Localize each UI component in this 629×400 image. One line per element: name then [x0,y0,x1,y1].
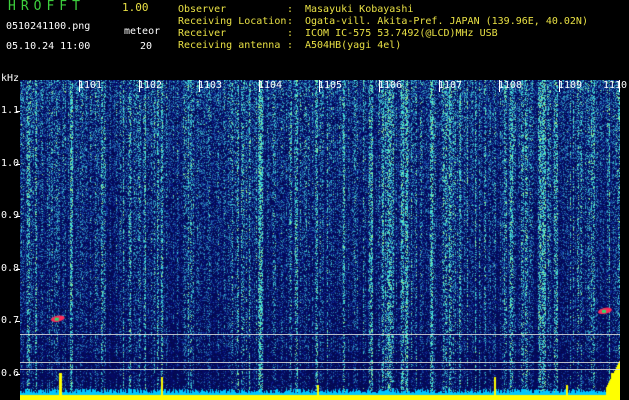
freq-tick-mark [16,163,20,165]
info-colon: : [287,40,294,51]
time-tick-label: 1108 [498,80,523,91]
app-name: HROFFT [8,0,85,14]
reference-line [20,368,620,370]
info-colon: : [287,16,294,27]
info-value-antenna: A504HB(yagi 4el) [305,40,402,51]
reference-line [20,362,620,364]
freq-tick-mark [16,268,20,270]
info-value-observer: Masayuki Kobayashi [305,4,414,15]
time-tick-label: 1105 [318,80,343,91]
timestamp-label: 05.10.24 11:00 [6,41,91,52]
time-tick-label: 1107 [438,80,463,91]
freq-tick-mark [16,111,20,113]
info-colon: : [287,4,294,15]
time-tick-label: 1104 [258,80,283,91]
time-tick-label: 1110 [603,80,628,91]
info-key-antenna: Receiving antenna [178,40,281,51]
time-tick-label: 1102 [138,80,163,91]
freq-tick-mark [16,216,20,218]
meteor-count: 20 [140,41,153,52]
meteor-label: meteor [124,26,161,37]
info-key-observer: Observer [178,4,227,15]
freq-tick-mark [16,321,20,323]
time-tick-label: 1106 [378,80,403,91]
filename-label: 0510241100.png [6,21,91,32]
freq-tick-mark [16,373,20,375]
reference-line [20,334,620,336]
app-version: 1.00 [122,1,149,14]
time-tick-label: 1101 [78,80,103,91]
info-key-receiver: Receiver [178,28,227,39]
time-tick-label: 1109 [558,80,583,91]
info-value-location: Ogata-vill. Akita-Pref. JAPAN (139.96E, … [305,16,588,27]
info-value-receiver: ICOM IC-575 53.7492(@LCD)MHz USB [305,28,498,39]
frequency-axis: 1.1 1.0 0.9 0.8 0.7 0.6 [0,80,20,400]
time-tick-label: 1103 [198,80,223,91]
axis-unit-label: kHz [1,73,20,84]
info-key-location: Receiving Location [178,16,287,27]
spectrogram-plot [20,80,620,400]
header-panel: HROFFT 1.00 0510241100.png 05.10.24 11:0… [0,0,629,80]
info-colon: : [287,28,294,39]
spectrogram-canvas [20,80,620,400]
